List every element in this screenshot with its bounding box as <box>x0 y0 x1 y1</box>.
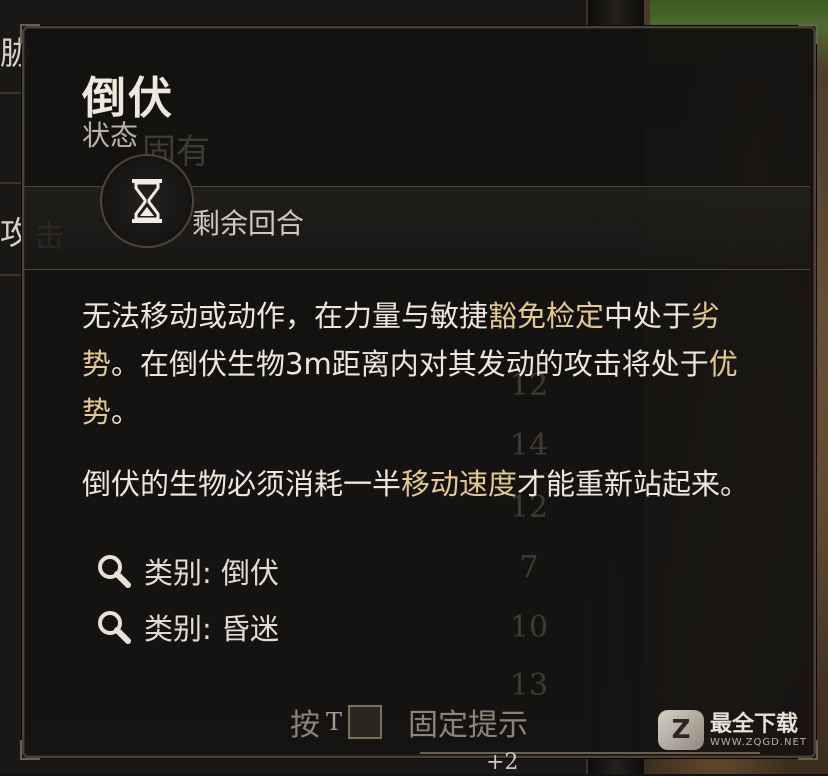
watermark-logo: Z <box>658 710 704 750</box>
desc-text: 。在倒伏生物3m距离内对其发动的攻击将处于 <box>111 347 709 381</box>
desc-text: 无法移动或动作，在力量与敏捷 <box>82 299 489 333</box>
key-binding-icon <box>348 705 383 739</box>
keyword-movement-speed[interactable]: 移动速度 <box>401 467 517 501</box>
duration-label: 剩余回合 <box>192 207 305 240</box>
category-tag[interactable]: 类别: 倒伏 <box>96 550 279 592</box>
category-tag[interactable]: 类别: 昏迷 <box>96 606 279 648</box>
frame-corner <box>798 24 818 44</box>
background-number: 10 <box>509 610 549 645</box>
hourglass-badge <box>100 154 194 248</box>
watermark-site: WWW.ZQGD.NET <box>710 736 807 748</box>
site-watermark: Z 最全下载 WWW.ZQGD.NET <box>658 700 818 760</box>
footer-press: 按 <box>290 708 320 743</box>
frame-corner <box>20 740 40 760</box>
frame-corner <box>20 24 40 44</box>
keyword-saving-throw[interactable]: 豁免检定 <box>488 299 604 333</box>
hourglass-icon <box>132 179 162 223</box>
footer-action: 固定提示 <box>408 708 529 743</box>
watermark-text: 最全下载 WWW.ZQGD.NET <box>710 711 807 748</box>
background-bonus: +2 <box>486 750 519 775</box>
category-label: 类别: 昏迷 <box>144 612 279 646</box>
desc-text: 中处于 <box>604 299 692 333</box>
desc-text: 倒伏的生物必须消耗一半 <box>82 467 402 501</box>
footer-key-label: T <box>326 708 343 736</box>
watermark-name: 最全下载 <box>710 711 799 737</box>
background-number: 13 <box>509 668 549 703</box>
category-label: 类别: 倒伏 <box>144 556 279 590</box>
status-type: 状态 <box>82 119 139 152</box>
magnifier-icon <box>98 611 131 644</box>
desc-text: 。 <box>111 395 141 429</box>
status-tooltip: 击 固有 倒伏 状态 剩余回合 12 14 12 7 10 13 无法移动或动作… <box>20 24 818 760</box>
description-paragraph: 无法移动或动作，在力量与敏捷豁免检定中处于劣势。在倒伏生物3m距离内对其发动的攻… <box>82 292 762 436</box>
description-paragraph: 倒伏的生物必须消耗一半移动速度才能重新站起来。 <box>82 460 762 508</box>
desc-text: 才能重新站起来。 <box>517 467 750 501</box>
magnifier-icon <box>98 555 131 588</box>
background-number: 7 <box>519 550 539 585</box>
status-description: 无法移动或动作，在力量与敏捷豁免检定中处于劣势。在倒伏生物3m距离内对其发动的攻… <box>82 292 762 508</box>
pin-tooltip-hint[interactable]: 按 T 固定提示 <box>290 700 528 744</box>
